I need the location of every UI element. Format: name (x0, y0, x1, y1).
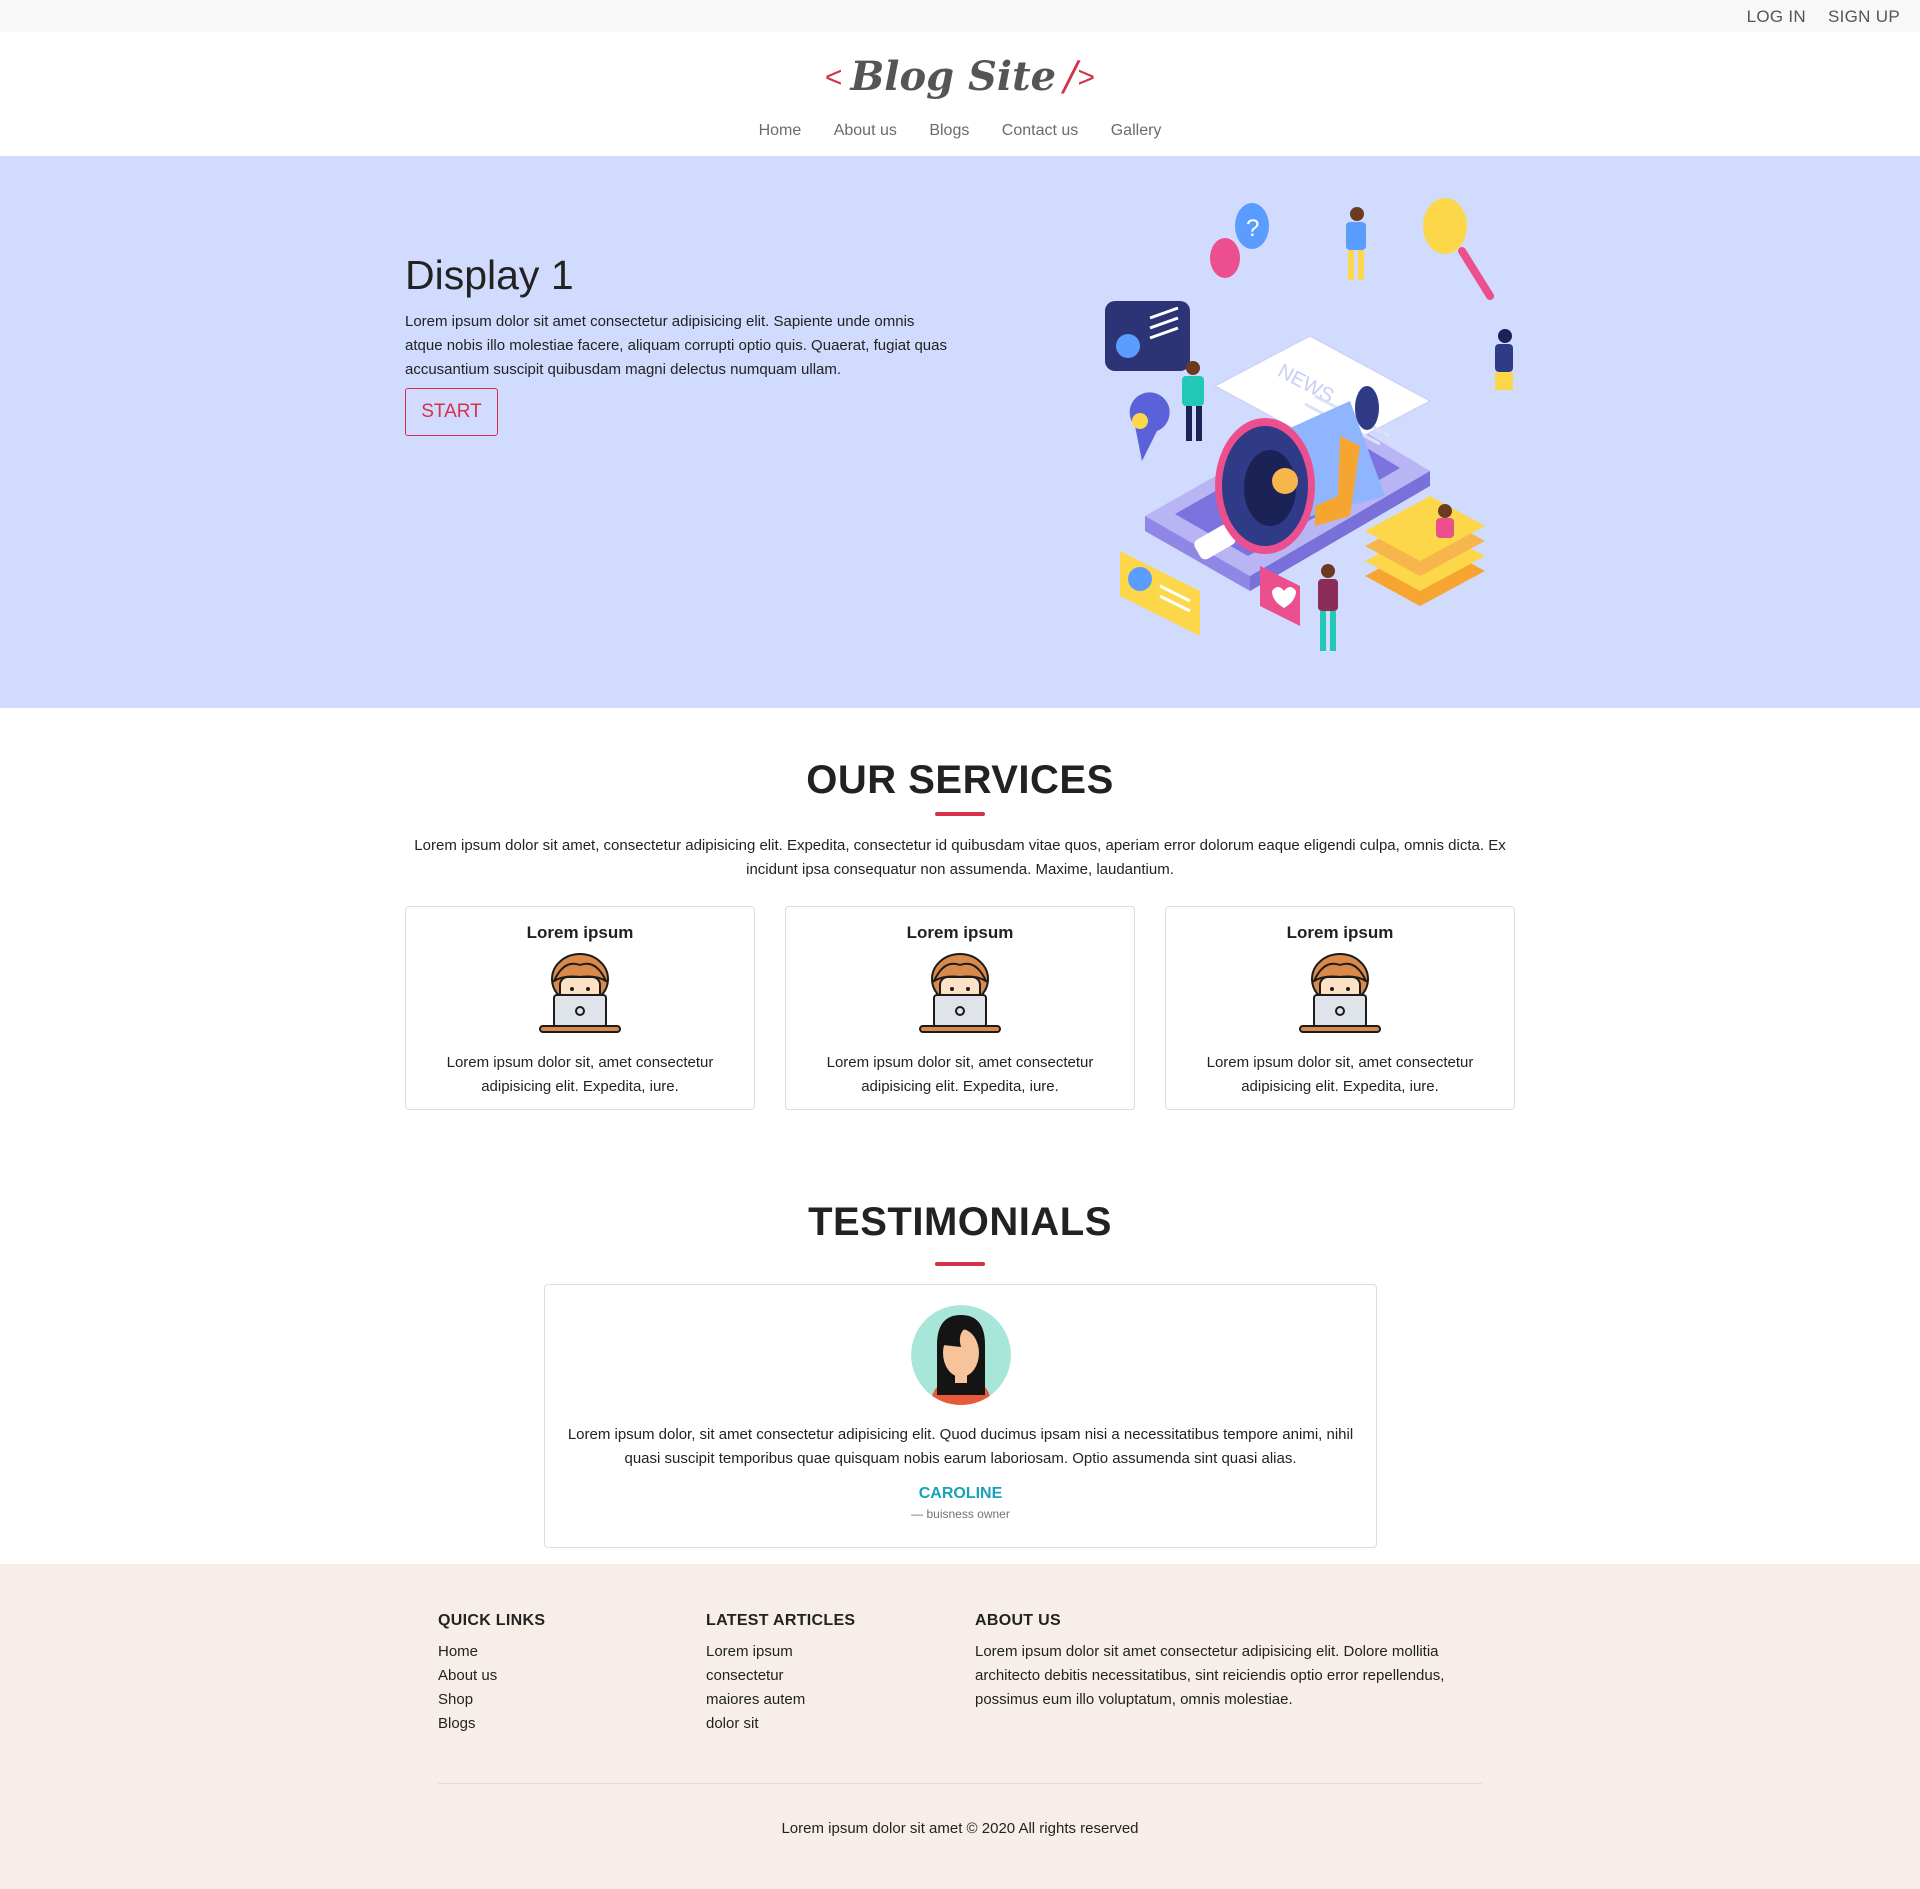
avatar (910, 1305, 1011, 1405)
developer-icon (919, 953, 1001, 1033)
testimonial-card: Lorem ipsum dolor, sit amet consectetur … (544, 1284, 1377, 1548)
footer-about-title: ABOUT US (975, 1612, 1061, 1629)
footer-article-link[interactable]: Lorem ipsum (706, 1640, 855, 1664)
testimonial-role: — buisness owner (911, 1507, 1010, 1521)
service-card: Lorem ipsum Lorem ipsum dolor sit, amet … (405, 906, 755, 1110)
testimonial-quote: Lorem ipsum dolor, sit amet consectetur … (567, 1426, 1354, 1467)
footer-link-shop[interactable]: Shop (438, 1688, 545, 1712)
footer-link-blogs[interactable]: Blogs (438, 1712, 545, 1736)
service-card: Lorem ipsum Lorem ipsum dolor sit, amet … (1165, 906, 1515, 1110)
services-title: OUR SERVICES (806, 758, 1114, 802)
footer-link-home[interactable]: Home (438, 1640, 545, 1664)
footer-link-about-us[interactable]: About us (438, 1664, 545, 1688)
services-description: Lorem ipsum dolor sit amet, consectetur … (414, 837, 1506, 878)
main-nav: Home About us Blogs Contact us Gallery (0, 122, 1920, 140)
nav-contact-us[interactable]: Contact us (1002, 122, 1078, 140)
footer-divider (438, 1783, 1482, 1784)
nav-blogs[interactable]: Blogs (929, 122, 969, 140)
testimonials-title: TESTIMONIALS (808, 1200, 1112, 1244)
service-card-title: Lorem ipsum (526, 923, 634, 942)
service-card: Lorem ipsum Lorem ipsum dolor sit, amet … (785, 906, 1135, 1110)
footer-article-link[interactable]: consectetur (706, 1664, 855, 1688)
logo-text: Blog Site (850, 53, 1057, 100)
copyright-text: Lorem ipsum dolor sit amet © 2020 All ri… (781, 1820, 1139, 1837)
megaphone-illustration: NEWS ? (1105, 198, 1513, 651)
footer-article-link[interactable]: maiores autem (706, 1688, 855, 1712)
footer: QUICK LINKS Home About us Shop Blogs LAT… (0, 1564, 1920, 1889)
nav-about-us[interactable]: About us (834, 122, 897, 140)
question-icon: ? (1246, 215, 1259, 242)
top-bar: LOG IN SIGN UP (0, 0, 1920, 32)
footer-article-link[interactable]: dolor sit (706, 1712, 855, 1736)
service-card-text: Lorem ipsum dolor sit, amet consectetur … (446, 1054, 714, 1095)
logo-slash: / (1064, 54, 1078, 100)
hero-text: Lorem ipsum dolor sit amet consectetur a… (405, 313, 947, 378)
footer-about-text: Lorem ipsum dolor sit amet consectetur a… (975, 1643, 1445, 1708)
service-card-text: Lorem ipsum dolor sit, amet consectetur … (1206, 1054, 1474, 1095)
service-card-title: Lorem ipsum (1286, 923, 1394, 942)
nav-home[interactable]: Home (759, 122, 802, 140)
service-card-title: Lorem ipsum (906, 923, 1014, 942)
footer-about: ABOUT US Lorem ipsum dolor sit amet cons… (975, 1612, 1485, 1712)
logo-open-bracket: < (824, 61, 843, 94)
site-logo[interactable]: < Blog Site/> (0, 52, 1920, 103)
login-link[interactable]: LOG IN (1747, 7, 1806, 27)
hero-title: Display 1 (405, 252, 574, 298)
logo-close-bracket: > (1077, 61, 1096, 94)
developer-icon (1299, 953, 1381, 1033)
footer-latest-articles: LATEST ARTICLES Lorem ipsum consectetur … (706, 1612, 855, 1736)
footer-latest-articles-title: LATEST ARTICLES (706, 1612, 856, 1629)
testimonial-name: CAROLINE (918, 1485, 1003, 1502)
services-underline (935, 812, 985, 816)
testimonials-underline (935, 1262, 985, 1266)
developer-icon (539, 953, 621, 1033)
footer-quick-links: QUICK LINKS Home About us Shop Blogs (438, 1612, 545, 1736)
signup-link[interactable]: SIGN UP (1828, 7, 1900, 27)
hero-section: Display 1 Lorem ipsum dolor sit amet con… (0, 156, 1920, 708)
service-card-text: Lorem ipsum dolor sit, amet consectetur … (826, 1054, 1094, 1095)
start-button[interactable]: START (405, 388, 498, 436)
footer-quick-links-title: QUICK LINKS (438, 1612, 546, 1629)
nav-gallery[interactable]: Gallery (1111, 122, 1162, 140)
